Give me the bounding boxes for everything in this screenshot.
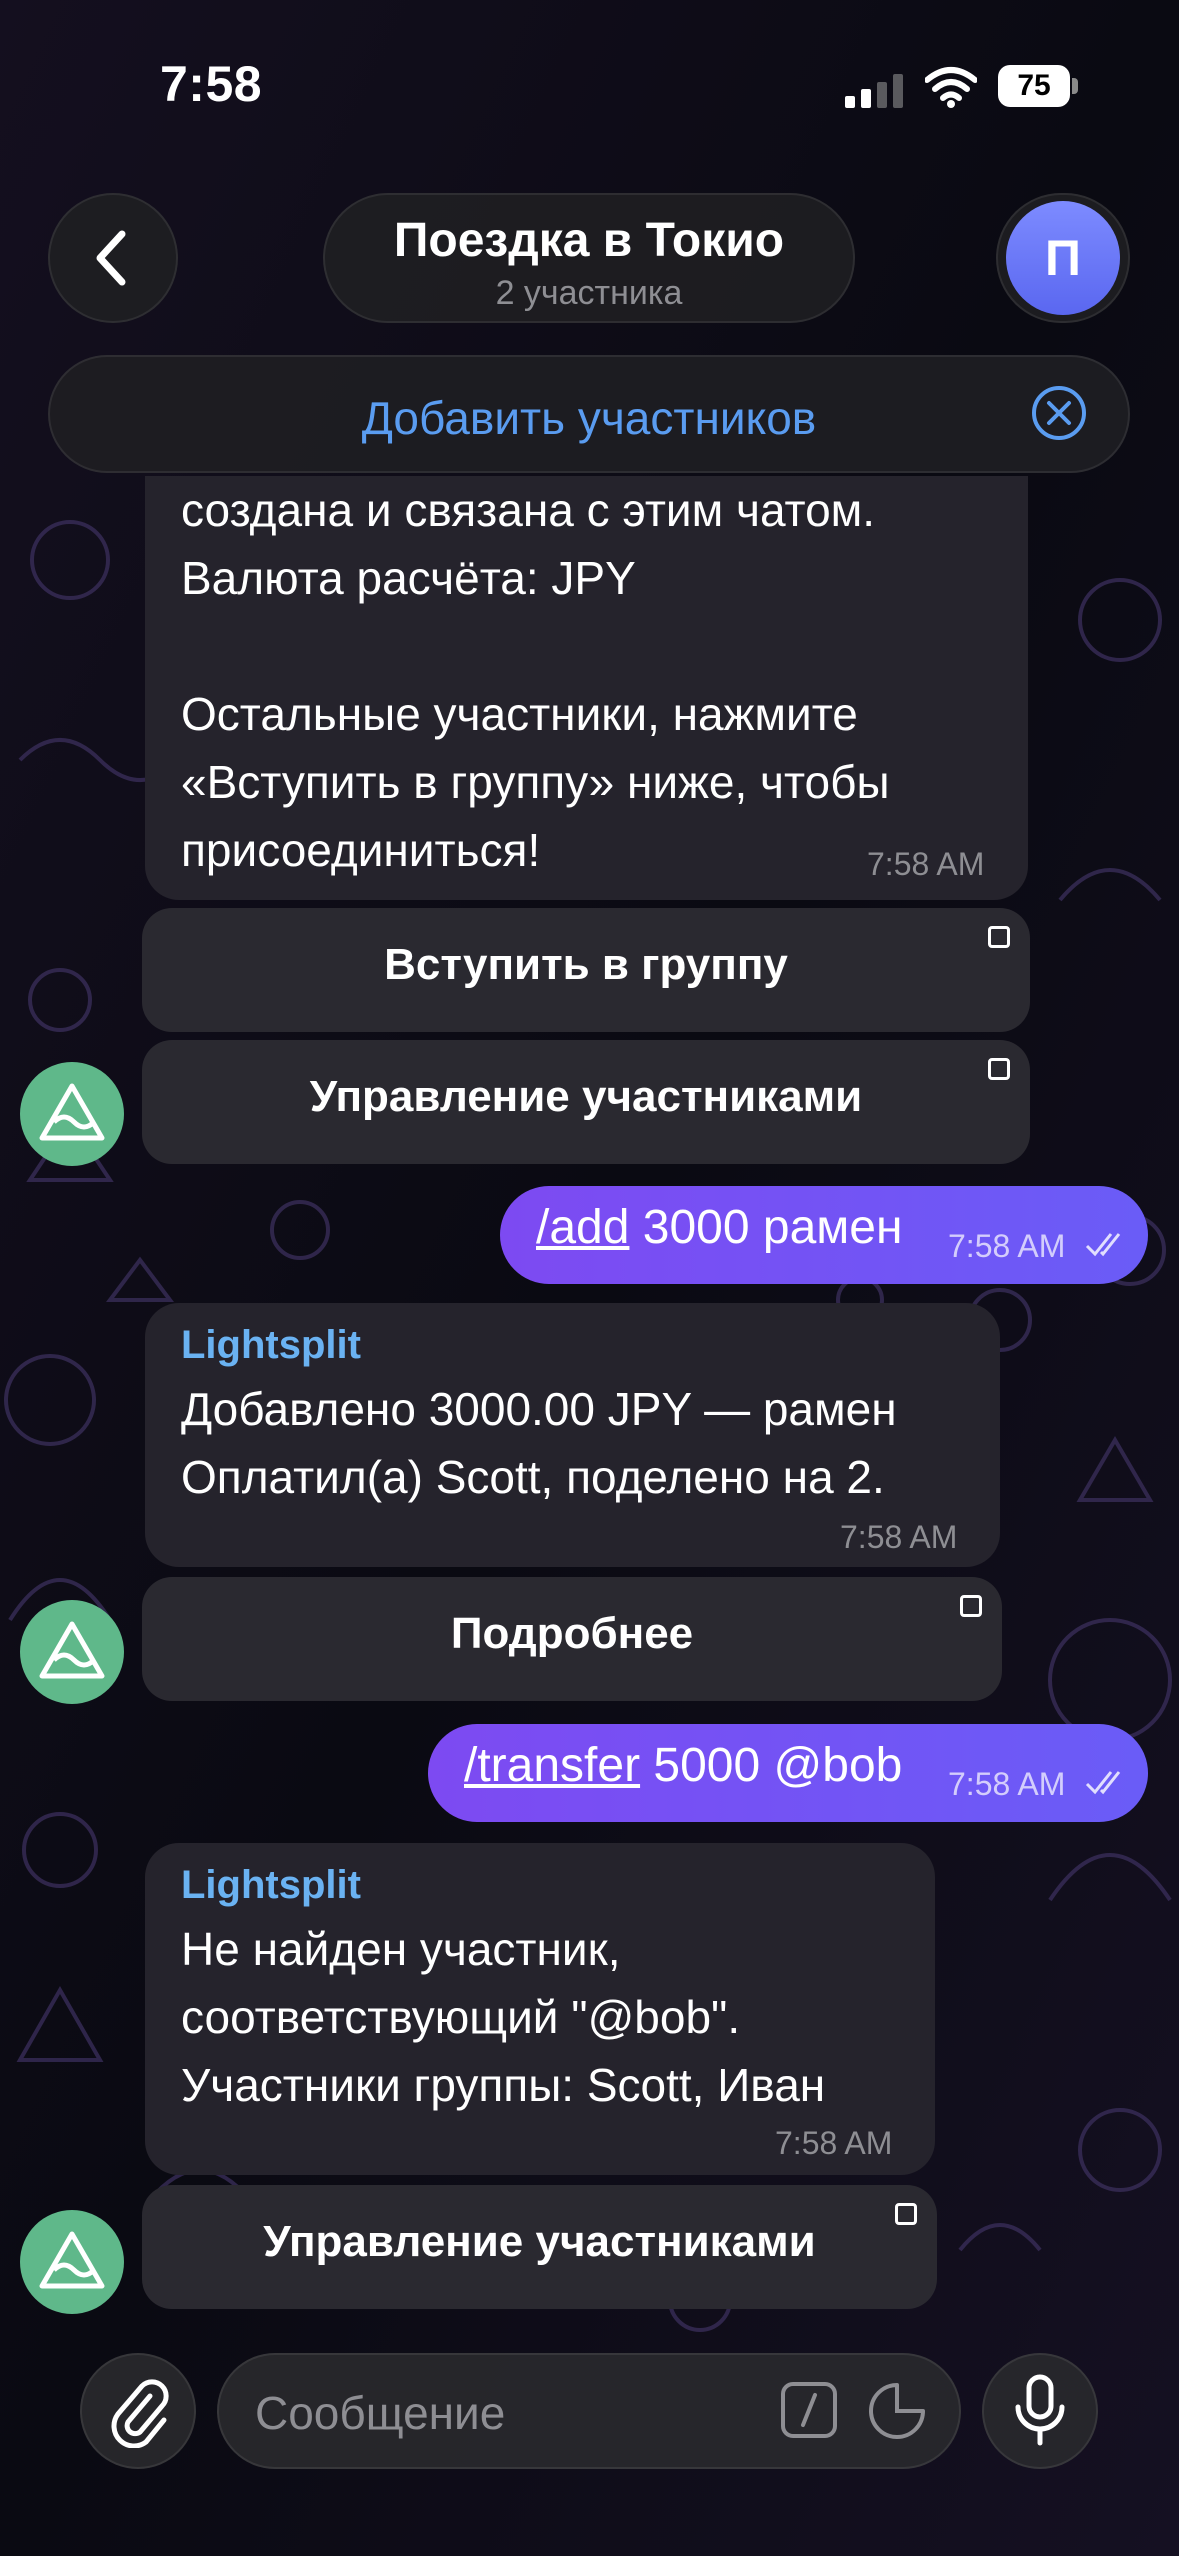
wifi-icon	[925, 67, 977, 108]
message-time: 7:58 AM	[867, 846, 985, 882]
read-checks-icon	[1085, 1771, 1121, 1795]
message-line: присоединиться!	[181, 824, 541, 876]
message-bubble-outgoing[interactable]: /add 3000 рамен 7:58 AM	[500, 1186, 1148, 1284]
message-bubble-outgoing[interactable]: /transfer 5000 @bob 7:58 AM	[428, 1724, 1148, 1822]
message-line: Остальные участники, нажмите	[181, 688, 858, 740]
message-line: Участники группы: Scott, Иван	[181, 2059, 826, 2111]
back-button[interactable]	[48, 193, 178, 323]
manage-members-button[interactable]: Управление участниками	[142, 2185, 937, 2309]
message-input[interactable]	[253, 2385, 757, 2441]
inline-button-icon	[988, 926, 1010, 948]
paperclip-icon	[111, 2379, 169, 2448]
message-line: Оплатил(а) Scott, поделено на 2.	[181, 1451, 885, 1503]
battery-level: 75	[998, 65, 1070, 107]
add-members-label: Добавить участников	[361, 392, 817, 444]
close-circle-icon[interactable]	[1030, 384, 1088, 442]
chat-subtitle: 2 участника	[495, 274, 683, 312]
details-button[interactable]: Подробнее	[142, 1577, 1002, 1701]
sender-name[interactable]: Lightsplit	[181, 1323, 361, 1368]
message-bubble-incoming[interactable]: создана и связана с этим чатом. Валюта р…	[145, 476, 1028, 900]
chat-avatar-button[interactable]: П	[996, 193, 1130, 323]
message-input-pill[interactable]	[217, 2353, 961, 2469]
message-time: 7:58 AM	[840, 1519, 958, 1555]
cellular-signal-icon	[845, 74, 903, 108]
inline-button-icon	[960, 1595, 982, 1617]
command-args: 5000 @bob	[640, 1739, 903, 1792]
battery-cap	[1072, 78, 1078, 94]
inline-button-icon	[988, 1058, 1010, 1080]
manage-members-label: Управление участниками	[263, 2217, 816, 2266]
message-text: /transfer 5000 @bob	[464, 1738, 902, 1793]
read-checks-icon	[1085, 1233, 1121, 1257]
message-time: 7:58 AM	[948, 1228, 1066, 1264]
join-group-button[interactable]: Вступить в группу	[142, 908, 1030, 1032]
slash-command-icon[interactable]	[780, 2381, 838, 2439]
message-text: /add 3000 рамен	[536, 1200, 902, 1255]
join-group-label: Вступить в группу	[384, 940, 788, 989]
bot-avatar-icon[interactable]	[20, 1600, 124, 1704]
manage-members-button[interactable]: Управление участниками	[142, 1040, 1030, 1164]
chevron-left-icon	[96, 230, 126, 286]
message-time: 7:58 AM	[948, 1766, 1066, 1802]
sender-name[interactable]: Lightsplit	[181, 1863, 361, 1908]
message-line: соответствующий "@bob".	[181, 1991, 741, 2043]
command-link[interactable]: /transfer	[464, 1739, 640, 1792]
microphone-button[interactable]	[982, 2353, 1098, 2469]
bot-avatar-icon[interactable]	[20, 1062, 124, 1166]
message-line: создана и связана с этим чатом.	[181, 484, 876, 536]
microphone-icon	[1015, 2374, 1065, 2446]
bot-avatar-icon[interactable]	[20, 2210, 124, 2314]
chat-avatar: П	[1006, 201, 1120, 315]
battery-indicator: 75	[998, 65, 1080, 107]
status-time: 7:58	[160, 56, 263, 112]
add-members-banner[interactable]: Добавить участников	[48, 355, 1130, 473]
inline-button-icon	[895, 2203, 917, 2225]
chat-title: Поездка в Токио	[393, 214, 785, 267]
message-bubble-incoming[interactable]: Lightsplit Не найден участник, соответст…	[145, 1843, 935, 2175]
message-line: Валюта расчёта: JPY	[181, 552, 636, 604]
attach-button[interactable]	[80, 2353, 196, 2469]
sticker-icon[interactable]	[867, 2381, 927, 2441]
command-link[interactable]: /add	[536, 1201, 629, 1254]
command-args: 3000 рамен	[629, 1201, 903, 1254]
message-line: «Вступить в группу» ниже, чтобы	[181, 756, 890, 808]
message-line: Не найден участник,	[181, 1923, 621, 1975]
message-time: 7:58 AM	[775, 2125, 893, 2161]
details-label: Подробнее	[450, 1609, 694, 1658]
chat-title-pill[interactable]: Поездка в Токио 2 участника	[323, 193, 855, 323]
manage-members-label: Управление участниками	[309, 1072, 863, 1121]
message-bubble-incoming[interactable]: Lightsplit Добавлено 3000.00 JPY — рамен…	[145, 1303, 1000, 1567]
message-line: Добавлено 3000.00 JPY — рамен	[181, 1383, 897, 1435]
